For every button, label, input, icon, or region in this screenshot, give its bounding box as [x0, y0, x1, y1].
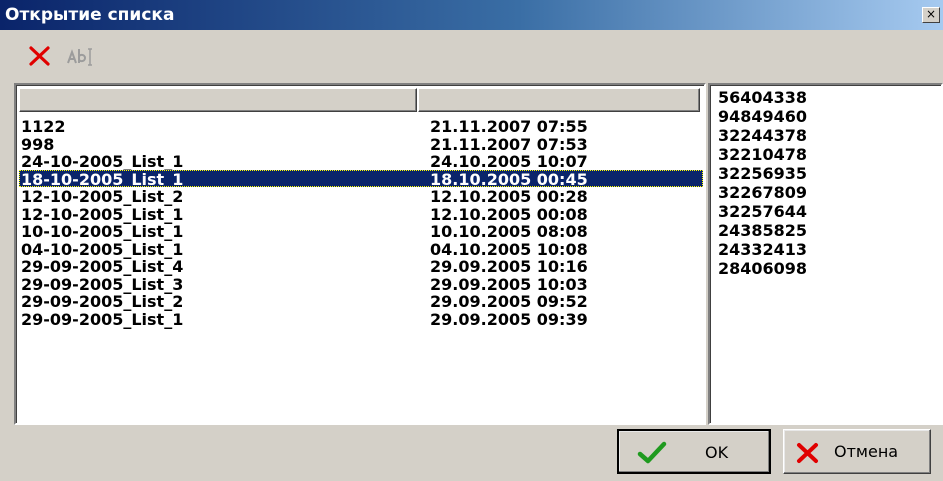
list-date-cell: 04.10.2005 10:08	[430, 239, 588, 259]
code-item[interactable]: 24332413	[718, 240, 807, 259]
list-row[interactable]: 18-10-2005_List_1 18.10.2005 00:45	[19, 169, 703, 189]
red-x-icon	[29, 46, 50, 66]
codes-list: 56404338 94849460 32244378 32210478 32256935…	[718, 88, 807, 278]
list-date-cell: 29.09.2005 10:16	[430, 257, 588, 276]
list-date-cell: 12.10.2005 00:28	[430, 187, 588, 206]
list-row[interactable]: 12-10-2005_List_1 12.10.2005 00:08	[19, 204, 703, 224]
list-date-cell: 21.11.2007 07:55	[430, 117, 588, 136]
column-header-name[interactable]	[19, 88, 417, 112]
codes-listbox[interactable]: 56404338 94849460 32244378 32210478 32256935…	[708, 83, 943, 425]
rename-text-icon	[67, 48, 92, 66]
list-row[interactable]: 10-10-2005_List_1 10.10.2005 08:08	[19, 222, 703, 241]
toolbar	[0, 30, 943, 80]
list-row[interactable]: 998 21.11.2007 07:53	[19, 134, 703, 154]
list-name-cell: 24-10-2005_List_1	[21, 152, 184, 171]
code-item[interactable]: 94849460	[718, 107, 807, 126]
lists-rows: 1122 21.11.2007 07:55 998 21.11.2007 07:53 2…	[19, 117, 703, 329]
rename-list-button[interactable]	[60, 40, 100, 74]
list-name-cell: 12-10-2005_List_1	[21, 204, 184, 224]
column-header-date[interactable]	[418, 88, 700, 112]
list-date-cell: 18.10.2005 00:45	[430, 169, 588, 189]
code-item[interactable]: 32257644	[718, 202, 807, 221]
list-name-cell: 1122	[21, 117, 66, 136]
list-date-cell: 24.10.2005 10:07	[430, 152, 588, 171]
code-item[interactable]: 32244378	[718, 126, 807, 145]
list-date-cell: 21.11.2007 07:53	[430, 134, 588, 154]
list-date-cell: 12.10.2005 00:08	[430, 204, 588, 224]
list-row[interactable]: 29-09-2005_List_1 29.09.2005 09:39	[19, 309, 703, 329]
ok-button[interactable]: OK	[617, 429, 771, 474]
list-name-cell: 12-10-2005_List_2	[21, 187, 184, 206]
list-row[interactable]: 1122 21.11.2007 07:55	[19, 117, 703, 136]
red-x-icon	[797, 443, 818, 463]
lists-listview[interactable]: 1122 21.11.2007 07:55 998 21.11.2007 07:53 2…	[14, 83, 706, 425]
list-name-cell: 18-10-2005_List_1	[21, 169, 184, 189]
list-row[interactable]: 29-09-2005_List_4 29.09.2005 10:16	[19, 257, 703, 276]
window-title: Открытие списка	[5, 5, 175, 25]
cancel-label: Отмена	[834, 442, 899, 461]
list-name-cell: 10-10-2005_List_1	[21, 222, 184, 241]
list-date-cell: 10.10.2005 08:08	[430, 222, 588, 241]
code-item[interactable]: 32210478	[718, 145, 807, 164]
checkmark-icon	[637, 441, 667, 464]
code-item[interactable]: 56404338	[718, 88, 807, 107]
list-row[interactable]: 29-09-2005_List_3 29.09.2005 10:03	[19, 274, 703, 294]
list-row[interactable]: 04-10-2005_List_1 04.10.2005 10:08	[19, 239, 703, 259]
list-name-cell: 04-10-2005_List_1	[21, 239, 184, 259]
title-bar[interactable]: Открытие списка ×	[0, 0, 943, 30]
code-item[interactable]: 28406098	[718, 259, 807, 278]
list-row[interactable]: 12-10-2005_List_2 12.10.2005 00:28	[19, 187, 703, 206]
ok-label: OK	[705, 443, 729, 462]
list-row[interactable]: 24-10-2005_List_1 24.10.2005 10:07	[19, 152, 703, 171]
list-date-cell: 29.09.2005 10:03	[430, 274, 588, 294]
delete-list-button[interactable]	[22, 40, 62, 74]
list-name-cell: 29-09-2005_List_3	[21, 274, 184, 294]
code-item[interactable]: 32256935	[718, 164, 807, 183]
list-row[interactable]: 29-09-2005_List_2 29.09.2005 09:52	[19, 292, 703, 311]
list-name-cell: 29-09-2005_List_1	[21, 309, 184, 329]
code-item[interactable]: 24385825	[718, 221, 807, 240]
code-item[interactable]: 32267809	[718, 183, 807, 202]
close-button[interactable]: ×	[922, 7, 940, 23]
list-name-cell: 29-09-2005_List_2	[21, 292, 184, 311]
cancel-button[interactable]: Отмена	[783, 429, 931, 474]
list-date-cell: 29.09.2005 09:39	[430, 309, 588, 329]
list-name-cell: 998	[21, 134, 55, 154]
list-date-cell: 29.09.2005 09:52	[430, 292, 588, 311]
list-name-cell: 29-09-2005_List_4	[21, 257, 184, 276]
